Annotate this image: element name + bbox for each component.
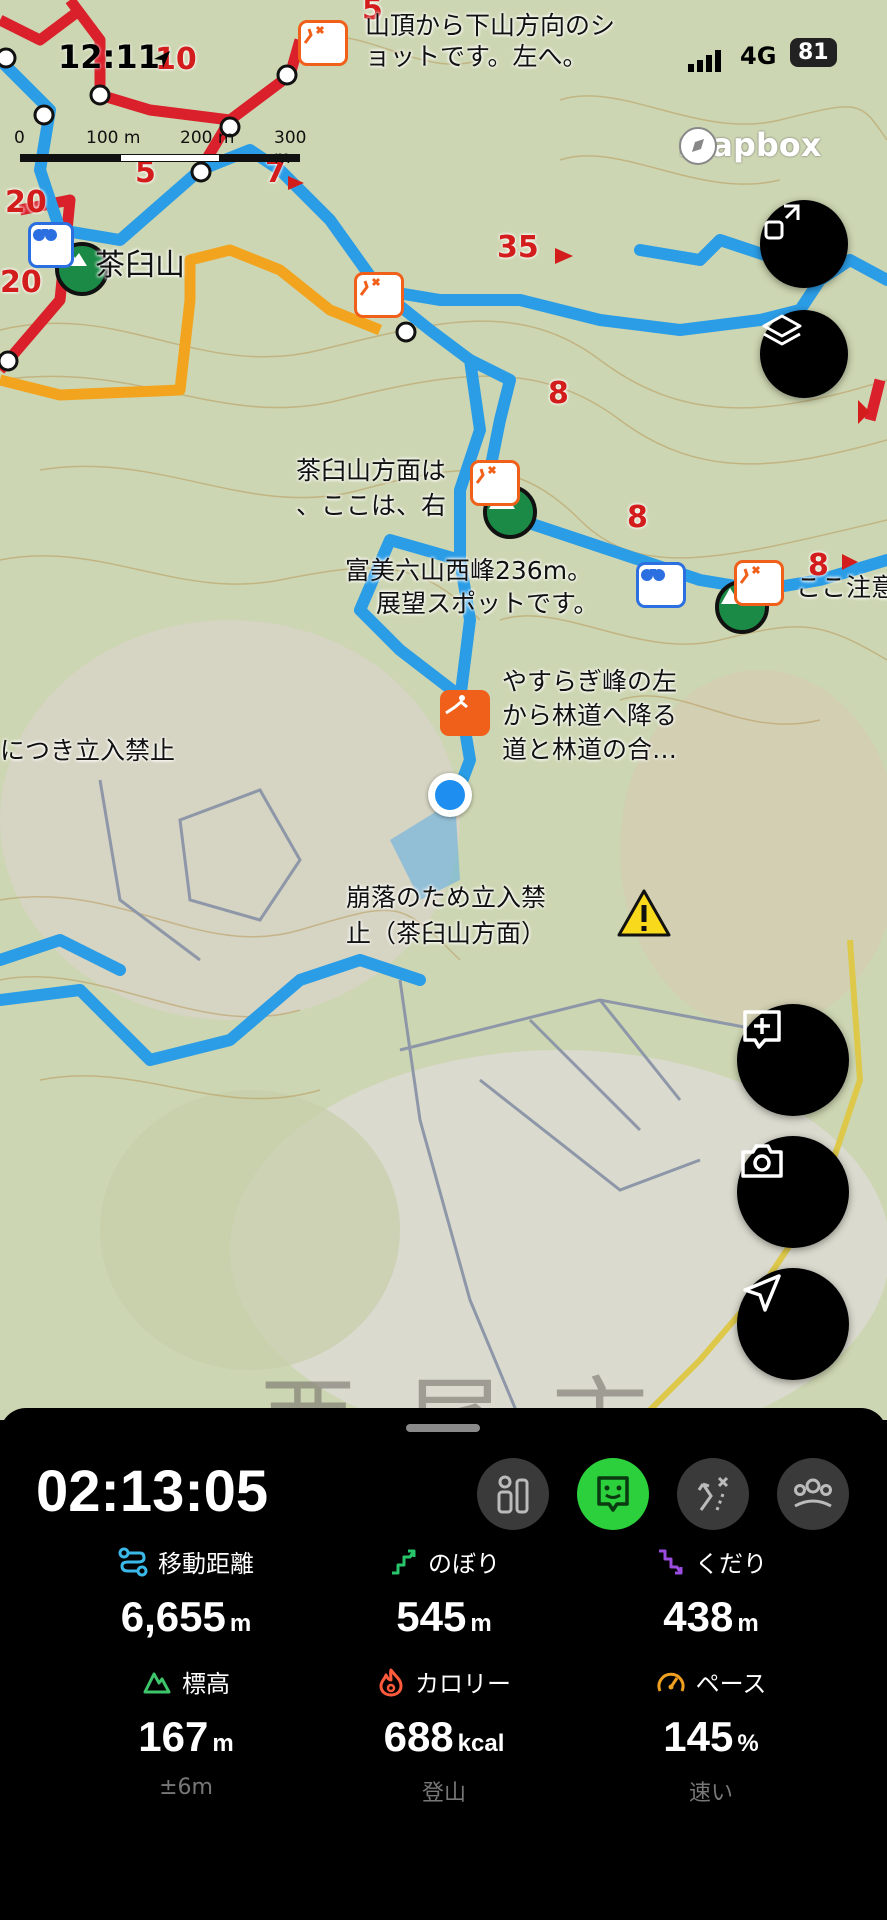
current-location-dot: [428, 773, 472, 817]
map-label: 展望スポットです。: [376, 589, 599, 618]
stat-sub: 速い: [688, 1781, 733, 1806]
route-icon: [118, 1547, 148, 1576]
stat-descent: くだり 438 m: [563, 1544, 859, 1641]
descent-icon: [659, 1549, 683, 1574]
status-bar: 12:11 4G 81: [0, 30, 887, 80]
stat-unit: m: [737, 1610, 759, 1637]
map-label: から林道へ降る: [502, 701, 678, 730]
stat-calories: カロリー 688 kcal 登山: [296, 1664, 592, 1807]
map-label: 、ここは、右: [296, 491, 447, 520]
scale-bar: 0 100 m 200 m 300 m: [14, 128, 307, 168]
stat-value: 438: [663, 1593, 734, 1640]
map-label: やすらぎ峰の左: [502, 667, 678, 696]
map-label: 富美六山西峰236m。: [345, 556, 593, 585]
route-branch-icon: [697, 1476, 729, 1511]
group-icon: [794, 1478, 832, 1508]
route-number: 20: [5, 185, 47, 220]
ascent-icon: [392, 1549, 416, 1574]
map-label: 止（茶臼山方面）: [346, 919, 547, 948]
map-label: につき立入禁止: [0, 736, 176, 765]
recenter-button[interactable]: [737, 1268, 849, 1380]
note-marker-icon[interactable]: [734, 560, 784, 606]
checklist-mode-button[interactable]: [477, 1458, 549, 1530]
stat-unit: m: [470, 1610, 492, 1637]
fullscreen-button[interactable]: [760, 200, 848, 288]
stat-label: 移動距離: [158, 1550, 254, 1578]
stat-unit: m: [229, 1610, 252, 1637]
mapbox-logo-icon: [679, 127, 717, 165]
speedometer-icon: [657, 1672, 685, 1692]
layers-button[interactable]: [760, 310, 848, 398]
stat-sub: 登山: [421, 1781, 466, 1806]
stat-unit: %: [737, 1730, 759, 1757]
stat-ascent: のぼり 545 m: [296, 1544, 592, 1641]
route-mode-button[interactable]: [677, 1458, 749, 1530]
note-marker-icon[interactable]: [354, 272, 404, 318]
layers-icon: [762, 314, 802, 346]
stat-label: カロリー: [415, 1670, 511, 1698]
group-mode-button[interactable]: [777, 1458, 849, 1530]
add-comment-icon: [743, 1010, 781, 1049]
scale-segment: [120, 154, 220, 162]
stat-distance: 移動距離 6,655 m: [38, 1544, 334, 1641]
map-label: ここ注意: [796, 573, 887, 602]
route-number: 20: [0, 265, 42, 300]
map-label: 道と林道の合…: [502, 735, 678, 764]
stat-pace: ペース 145% 速い: [563, 1664, 859, 1807]
collapse-icon: [764, 204, 800, 240]
gear-checklist-icon: [497, 1475, 529, 1514]
scale-label: 0: [14, 128, 25, 148]
drag-handle[interactable]: [406, 1424, 480, 1432]
stat-elevation: 標高 167 m ±6m: [38, 1664, 334, 1800]
binoculars-icon[interactable]: [636, 562, 686, 608]
mountain-label: 茶臼山: [95, 248, 185, 283]
map-view[interactable]: 10 5 5 20 20 7 35 9 8 8 8: [0, 0, 887, 1420]
camera-button[interactable]: [737, 1136, 849, 1248]
elevation-icon: [143, 1672, 171, 1693]
stat-label: くだり: [695, 1550, 767, 1578]
route-number: 8: [627, 500, 648, 535]
stat-value: 545: [396, 1593, 467, 1640]
status-time: 12:11: [58, 38, 160, 76]
stat-value: 688: [383, 1713, 454, 1760]
tracking-panel: 02:13:05 移動距離 6,655 m のぼり 545 m くだり 438 m: [0, 1408, 887, 1920]
stat-unit: kcal: [457, 1730, 505, 1757]
scale-label: 200 m: [180, 128, 235, 148]
stat-value: 167: [138, 1713, 209, 1760]
route-number: 35: [497, 230, 539, 265]
flame-icon: [379, 1668, 403, 1696]
navigation-arrow-icon: [743, 1274, 781, 1312]
elapsed-time: 02:13:05: [36, 1459, 269, 1524]
binoculars-icon[interactable]: [28, 222, 74, 268]
track-mode-button[interactable]: [577, 1458, 649, 1530]
stat-unit: m: [212, 1730, 234, 1757]
stat-label: ペース: [695, 1670, 767, 1698]
stat-value: 145: [663, 1713, 734, 1760]
camera-icon: [741, 1144, 783, 1178]
mapbox-logo: mapbox: [678, 126, 821, 165]
add-note-button[interactable]: [737, 1004, 849, 1116]
scale-label: 100 m: [86, 128, 141, 148]
map-label: 崩落のため立入禁: [346, 883, 547, 912]
scale-segment: [20, 154, 120, 162]
battery-level: 81: [790, 38, 837, 67]
stat-value: 6,655: [120, 1593, 226, 1640]
note-marker-icon[interactable]: [470, 460, 520, 506]
location-arrow-icon: [154, 51, 170, 68]
stat-label: 標高: [182, 1670, 230, 1698]
slope-marker-icon[interactable]: [440, 690, 490, 736]
map-label: 茶臼山方面は: [296, 456, 447, 485]
scale-label: 300 m: [274, 128, 307, 168]
network-type: 4G: [740, 42, 777, 70]
signal-icon: [688, 50, 721, 72]
route-number: 8: [548, 376, 569, 411]
stat-label: のぼり: [428, 1550, 500, 1578]
stat-sub: ±6m: [159, 1775, 213, 1800]
face-map-icon: [597, 1476, 629, 1512]
